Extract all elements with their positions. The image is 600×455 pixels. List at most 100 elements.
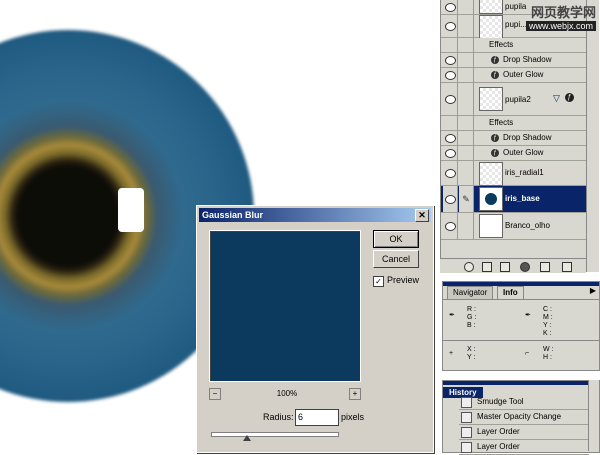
watermark-site: 网页教学网 [530, 6, 596, 21]
visibility-toggle[interactable] [443, 146, 458, 160]
zoom-level: 100% [276, 389, 298, 398]
history-item-label: Master Opacity Change [477, 412, 562, 421]
info-label-c: C : [543, 306, 552, 313]
layer-thumbnail [479, 87, 503, 111]
visibility-toggle[interactable] [443, 83, 458, 115]
preview-checkbox[interactable]: ✓ [373, 276, 384, 287]
visibility-toggle[interactable] [443, 53, 458, 67]
tab-navigator[interactable]: Navigator [447, 286, 494, 300]
layers-toolbar [440, 258, 586, 273]
link-toggle[interactable] [459, 161, 474, 185]
panel-menu-icon[interactable]: ▶ [590, 286, 596, 295]
layer-row[interactable]: iris_radial1 [441, 161, 587, 186]
info-label-m: M : [543, 314, 553, 321]
layers-scrollbar[interactable] [586, 0, 599, 272]
info-label-b: B : [467, 322, 476, 329]
link-toggle[interactable] [459, 15, 474, 37]
layer-name: pupi... [505, 20, 527, 29]
layers-panel: pupila pupi... Effects ƒ Drop Shadow ƒ O… [440, 0, 587, 258]
mask-icon[interactable] [482, 262, 492, 272]
visibility-toggle[interactable] [443, 116, 458, 130]
visibility-toggle[interactable] [443, 38, 458, 52]
layer-thumbnail [479, 214, 503, 238]
layer-name: pupila [505, 2, 527, 11]
visibility-toggle[interactable] [443, 213, 458, 239]
eye-icon [445, 195, 456, 204]
crosshair-icon: + [449, 350, 454, 357]
visibility-toggle[interactable] [443, 186, 458, 212]
visibility-toggle[interactable] [443, 68, 458, 82]
link-toggle[interactable] [459, 83, 474, 115]
history-item[interactable]: Layer Order [459, 440, 589, 455]
history-item[interactable]: Master Opacity Change [459, 410, 589, 425]
effect-row[interactable]: ƒ Drop Shadow [441, 53, 587, 68]
link-toggle[interactable] [459, 146, 474, 160]
link-toggle[interactable] [459, 53, 474, 67]
history-item-label: Smudge Tool [477, 397, 524, 406]
visibility-toggle[interactable] [443, 15, 458, 37]
history-item[interactable]: Smudge Tool [459, 395, 589, 410]
effect-row[interactable]: ƒ Drop Shadow [441, 131, 587, 146]
link-toggle[interactable] [459, 116, 474, 130]
eye-icon [445, 56, 456, 65]
history-item-label: Layer Order [477, 442, 520, 451]
tab-info[interactable]: Info [497, 286, 524, 299]
history-item-label: Layer Order [477, 427, 520, 436]
trash-icon[interactable] [562, 262, 572, 272]
radius-label: Radius: [263, 412, 294, 422]
info-label-g: G : [467, 314, 477, 321]
effect-row[interactable]: ƒ Outer Glow [441, 68, 587, 83]
eye-highlight [118, 188, 144, 232]
link-toggle[interactable] [459, 0, 474, 14]
effect-name: Outer Glow [503, 70, 544, 79]
visibility-toggle[interactable] [443, 0, 458, 14]
layer-name: Branco_olho [505, 221, 550, 230]
link-toggle[interactable] [459, 38, 474, 52]
visibility-toggle[interactable] [443, 161, 458, 185]
brush-icon[interactable]: ✎ [459, 186, 474, 212]
zoom-out-button[interactable]: − [209, 388, 221, 400]
link-toggle[interactable] [459, 68, 474, 82]
link-toggle[interactable] [459, 213, 474, 239]
new-layer-icon[interactable] [540, 262, 550, 272]
adjustment-layer-icon[interactable] [520, 262, 530, 272]
effect-icon: ƒ [491, 134, 499, 142]
dialog-titlebar[interactable]: Gaussian Blur ✕ [199, 208, 431, 222]
radius-slider-track[interactable] [211, 432, 339, 437]
effect-icon: ƒ [491, 56, 499, 64]
history-item[interactable]: Layer Order [459, 425, 589, 440]
layer-name: pupila2 [505, 95, 531, 104]
radius-slider-handle[interactable] [243, 435, 251, 441]
layer-style-icon[interactable] [464, 262, 474, 272]
smudge-tool-icon [461, 397, 472, 408]
effect-icon: ƒ [491, 149, 499, 157]
radius-unit: pixels [341, 412, 365, 422]
new-set-icon[interactable] [500, 262, 510, 272]
effects-row[interactable]: Effects [441, 116, 587, 131]
cancel-button[interactable]: Cancel [373, 250, 419, 268]
visibility-toggle[interactable] [443, 131, 458, 145]
history-scrollbar[interactable] [588, 380, 599, 451]
link-toggle[interactable] [459, 131, 474, 145]
effects-toggle-icon[interactable]: ▽ [553, 93, 560, 104]
layer-thumbnail [479, 187, 503, 211]
layer-row-selected[interactable]: ✎ iris_base [441, 186, 587, 213]
blur-preview[interactable] [209, 230, 361, 382]
gaussian-blur-dialog: Gaussian Blur ✕ − + 100% OK Cancel ✓ Pre… [196, 205, 434, 453]
ok-button[interactable]: OK [373, 230, 419, 248]
layer-row[interactable]: pupila2 ▽ ƒ [441, 83, 587, 116]
eye-icon [445, 169, 456, 178]
eyedropper-icon: ✒ [525, 312, 531, 319]
effect-row[interactable]: ƒ Outer Glow [441, 146, 587, 161]
radius-input[interactable] [295, 409, 339, 426]
layer-row[interactable]: Branco_olho [441, 213, 587, 240]
info-panel: Navigator Info ▶ ✒ R : G : B : ✒ C : M :… [442, 281, 600, 371]
effects-row[interactable]: Effects [441, 38, 587, 53]
close-icon[interactable]: ✕ [415, 209, 429, 222]
layer-thumbnail [479, 0, 503, 14]
preview-label: Preview [387, 275, 420, 285]
zoom-in-button[interactable]: + [349, 388, 361, 400]
effect-name: Drop Shadow [503, 55, 552, 64]
history-state-icon [461, 427, 472, 438]
layer-thumbnail [479, 162, 503, 186]
